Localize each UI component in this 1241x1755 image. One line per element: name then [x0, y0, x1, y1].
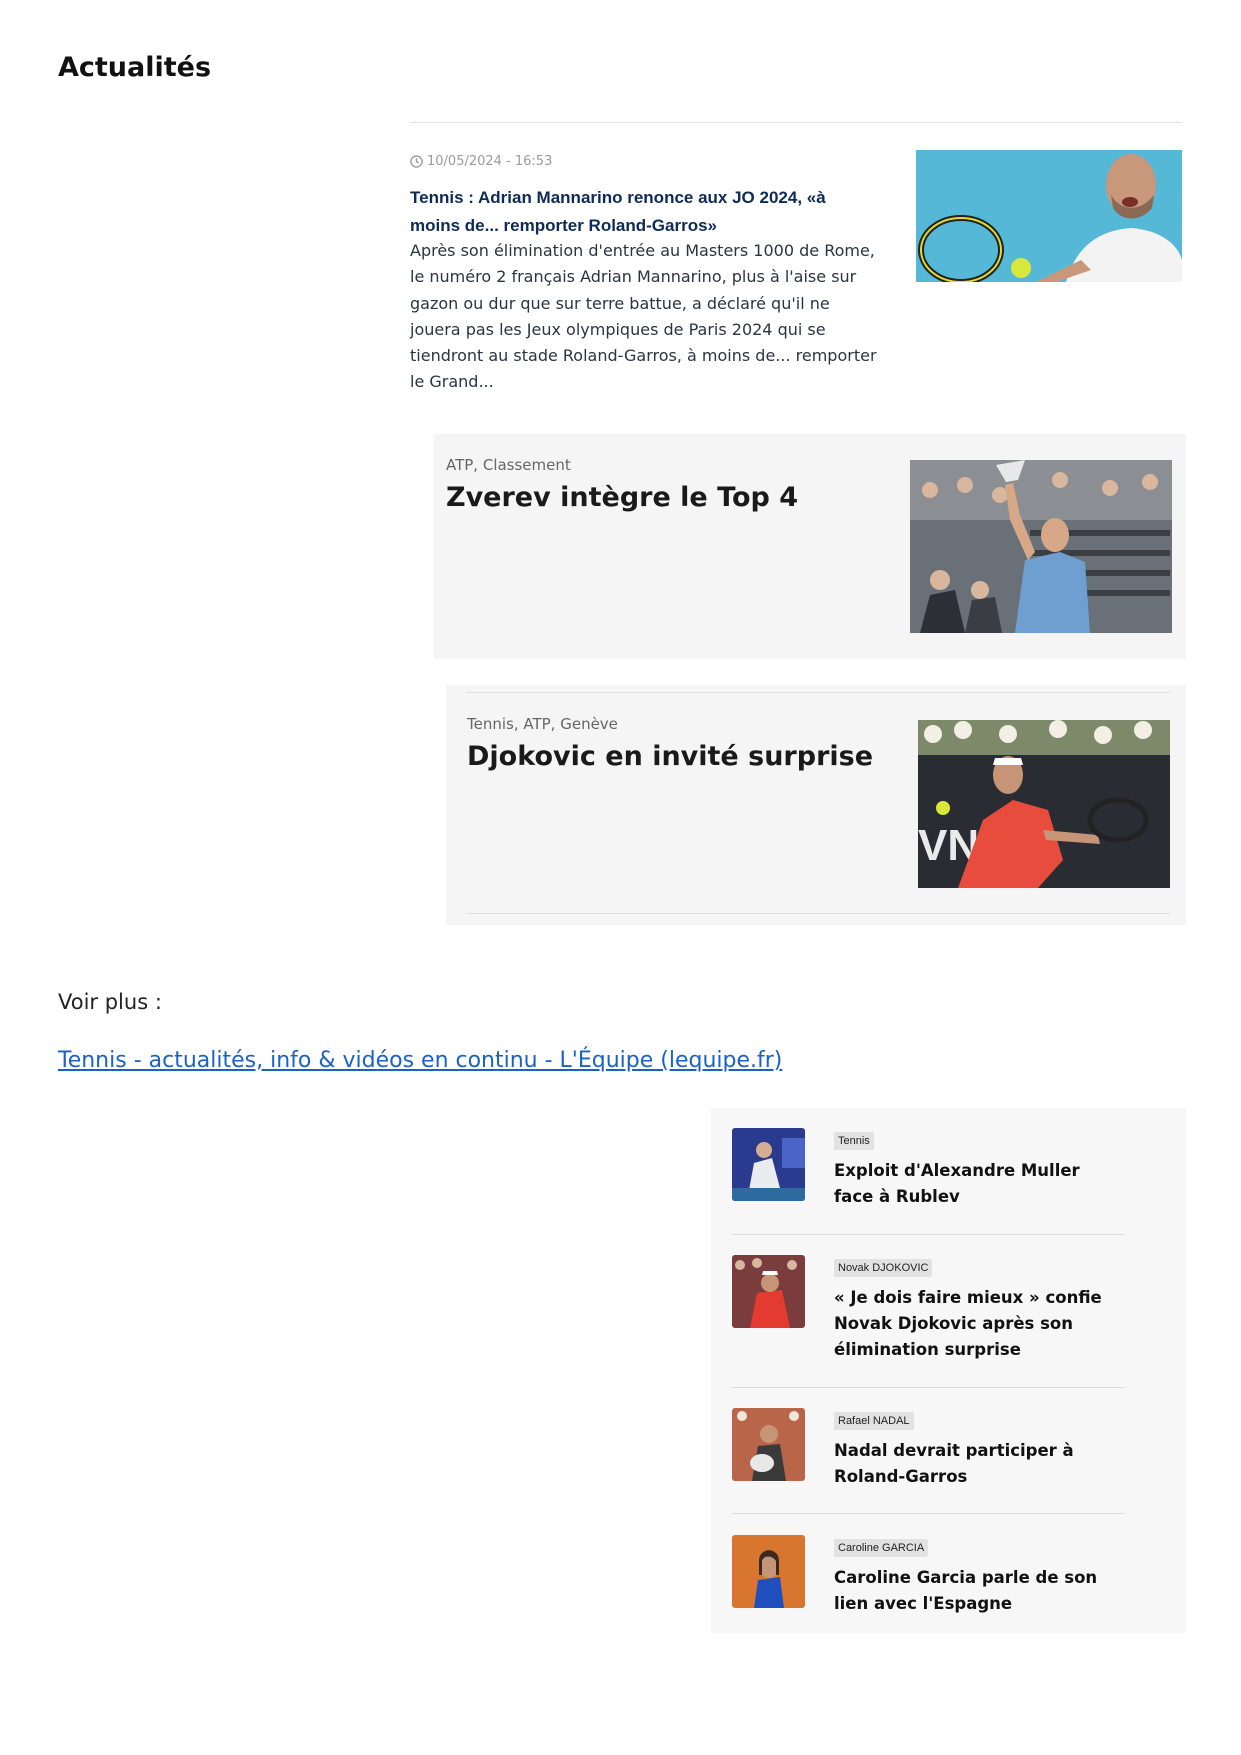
lequipe-tennis-link[interactable]: Tennis - actualités, info & vidéos en co…	[58, 1048, 782, 1073]
article-card-mannarino[interactable]: 10/05/2024 - 16:53 Tennis : Adrian Manna…	[410, 150, 1182, 400]
divider	[467, 913, 1170, 914]
article-image-zverev[interactable]	[910, 460, 1172, 633]
article-card-djokovic[interactable]: Tennis, ATP, Genève Djokovic en invité s…	[446, 685, 1186, 925]
related-thumbnail[interactable]	[732, 1128, 805, 1201]
article-image-djokovic[interactable]: VNI	[918, 720, 1170, 888]
related-title[interactable]: Exploit d'Alexandre Muller face à Rublev	[834, 1158, 1124, 1210]
related-tag[interactable]: Tennis	[834, 1132, 874, 1150]
article-card-zverev[interactable]: ATP, Classement Zverev intègre le Top 4	[434, 434, 1186, 659]
article-category: Tennis, ATP, Genève	[467, 715, 618, 733]
related-title[interactable]: « Je dois faire mieux » confie Novak Djo…	[834, 1285, 1124, 1363]
related-thumbnail[interactable]	[732, 1408, 805, 1481]
divider	[732, 1234, 1125, 1235]
divider	[732, 1513, 1125, 1514]
divider	[467, 692, 1170, 693]
divider	[732, 1387, 1125, 1388]
article-title[interactable]: Zverev intègre le Top 4	[446, 482, 798, 513]
related-tag[interactable]: Novak DJOKOVIC	[834, 1259, 933, 1277]
related-title[interactable]: Caroline Garcia parle de son lien avec l…	[834, 1565, 1124, 1617]
article-timestamp: 10/05/2024 - 16:53	[427, 154, 553, 169]
related-title[interactable]: Nadal devrait participer à Roland-Garros	[834, 1438, 1124, 1490]
article-image-mannarino[interactable]	[916, 150, 1182, 282]
related-tag[interactable]: Caroline GARCIA	[834, 1539, 929, 1557]
related-articles-panel: Tennis Exploit d'Alexandre Muller face à…	[711, 1108, 1186, 1633]
page-title: Actualités	[58, 52, 212, 83]
related-thumbnail[interactable]	[732, 1255, 805, 1328]
see-more-label: Voir plus :	[58, 990, 162, 1014]
article-title[interactable]: Djokovic en invité surprise	[467, 741, 873, 772]
article-title[interactable]: Tennis : Adrian Mannarino renonce aux JO…	[410, 184, 870, 240]
article-excerpt: Après son élimination d'entrée au Master…	[410, 241, 877, 392]
divider	[410, 122, 1182, 123]
clock-icon	[410, 155, 423, 168]
article-category: ATP, Classement	[446, 456, 571, 474]
related-tag[interactable]: Rafael NADAL	[834, 1412, 914, 1430]
article-meta: 10/05/2024 - 16:53	[410, 154, 552, 169]
related-thumbnail[interactable]	[732, 1535, 805, 1608]
